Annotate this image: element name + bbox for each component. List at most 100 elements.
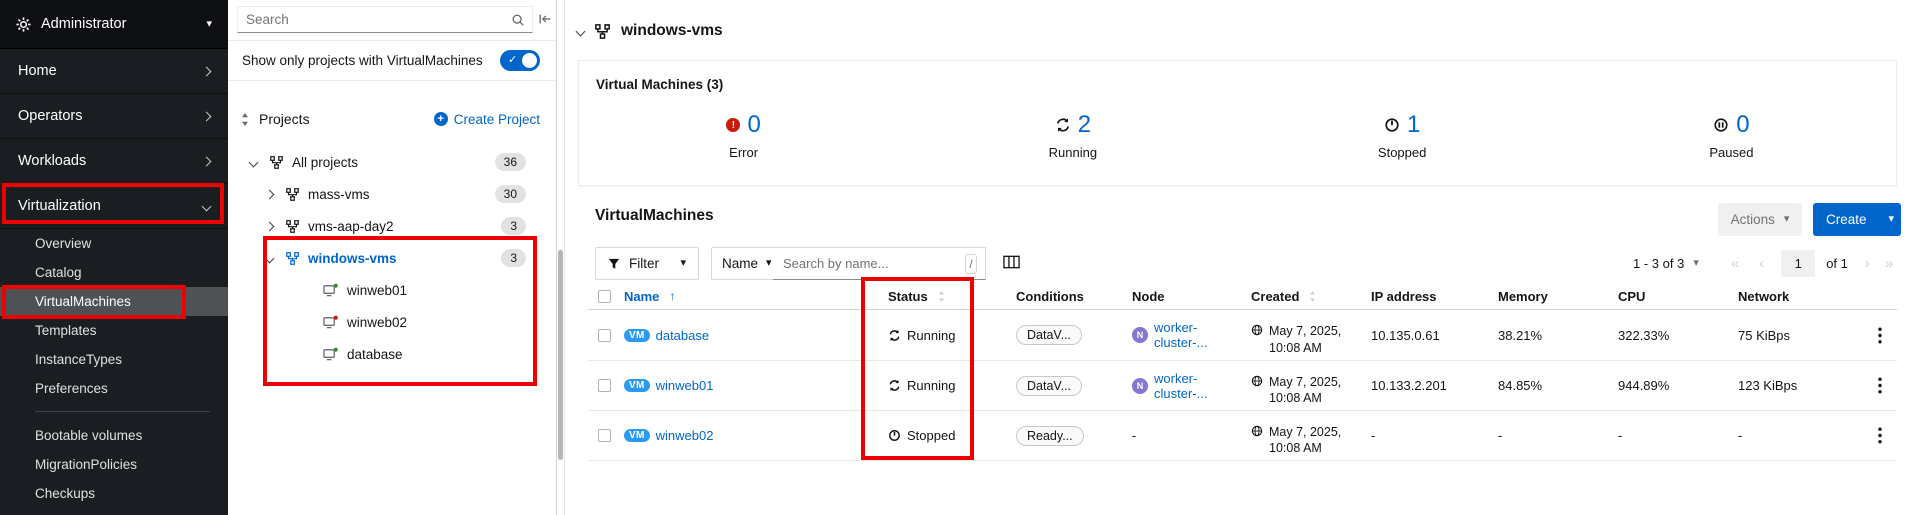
- first-page-button[interactable]: «: [1731, 255, 1739, 272]
- slash-shortcut-key: /: [965, 254, 977, 274]
- panel-scrollbar[interactable]: [558, 250, 563, 460]
- stat-paused[interactable]: 0 Paused: [1567, 113, 1896, 160]
- sidebar-item-workloads[interactable]: Workloads: [0, 139, 228, 184]
- globe-icon: [1251, 375, 1263, 387]
- node-empty: -: [1132, 428, 1136, 443]
- manage-columns-icon[interactable]: [1003, 255, 1020, 274]
- select-all-checkbox[interactable]: [598, 290, 611, 303]
- current-page-box[interactable]: 1: [1781, 250, 1815, 277]
- power-off-icon: [888, 429, 901, 442]
- vm-icon-running: [323, 347, 338, 361]
- column-header-created[interactable]: Created: [1247, 289, 1367, 304]
- caret-down-icon: ▾: [766, 258, 772, 269]
- caret-down-icon[interactable]: ▾: [1693, 258, 1699, 269]
- project-search-field: [237, 6, 533, 33]
- column-header-cpu: CPU: [1614, 289, 1734, 304]
- globe-icon: [1251, 425, 1263, 437]
- sidebar-item-virtualmachines[interactable]: VirtualMachines: [0, 287, 228, 316]
- sidebar-item-overview[interactable]: Overview: [0, 229, 228, 258]
- row-checkbox[interactable]: [598, 329, 611, 342]
- project-icon: [595, 24, 610, 39]
- project-count-badge: 30: [495, 185, 526, 203]
- network-usage: 75 KiBps: [1738, 328, 1790, 343]
- node-link[interactable]: worker-cluster-...: [1154, 320, 1247, 350]
- sidebar-item-preferences[interactable]: Preferences: [0, 374, 228, 403]
- sidebar-item-templates[interactable]: Templates: [0, 316, 228, 345]
- network-usage: -: [1738, 428, 1742, 443]
- condition-pill[interactable]: DataV...: [1016, 325, 1082, 345]
- tree-item-winweb02[interactable]: winweb02: [228, 306, 556, 338]
- node-link[interactable]: worker-cluster-...: [1154, 371, 1247, 401]
- projects-header-label: Projects: [259, 111, 310, 127]
- chevron-right-icon: [265, 221, 275, 231]
- cpu-usage: 322.33%: [1618, 328, 1669, 343]
- column-header-name[interactable]: Name ↑: [620, 289, 884, 304]
- kebab-menu-icon[interactable]: [1862, 327, 1897, 344]
- create-button[interactable]: Create ▾: [1813, 203, 1901, 236]
- tree-item-winweb01[interactable]: winweb01: [228, 274, 556, 306]
- kebab-menu-icon[interactable]: [1862, 427, 1897, 444]
- row-checkbox[interactable]: [598, 429, 611, 442]
- project-search-input[interactable]: [238, 12, 504, 27]
- next-page-button[interactable]: ›: [1865, 255, 1870, 272]
- filter-dropdown[interactable]: Filter ▾: [595, 247, 699, 280]
- stat-stopped[interactable]: 1 Stopped: [1238, 113, 1567, 160]
- sidebar-item-checkups[interactable]: Checkups: [0, 479, 228, 508]
- project-count-badge: 3: [501, 217, 526, 235]
- page-title: windows-vms: [621, 22, 723, 40]
- sidebar-item-instancetypes[interactable]: InstanceTypes: [0, 345, 228, 374]
- kebab-menu-icon[interactable]: [1862, 377, 1897, 394]
- project-icon: [286, 220, 299, 233]
- sidebar-item-label: Virtualization: [18, 198, 101, 214]
- vm-kind-badge: VM: [624, 379, 650, 392]
- tree-item-mass-vms[interactable]: mass-vms 30: [228, 178, 556, 210]
- stat-running[interactable]: 2 Running: [908, 113, 1237, 160]
- project-count-badge: 3: [501, 249, 526, 267]
- condition-pill[interactable]: DataV...: [1016, 376, 1082, 396]
- ip-address: 10.133.2.201: [1371, 378, 1447, 393]
- vm-status: Running: [907, 328, 955, 343]
- node-kind-badge: N: [1132, 378, 1148, 394]
- collapse-panel-icon[interactable]: [538, 12, 552, 31]
- create-project-link[interactable]: + Create Project: [434, 112, 540, 127]
- sort-icon[interactable]: [241, 113, 249, 126]
- tree-item-database[interactable]: database: [228, 338, 556, 370]
- stat-error[interactable]: ! 0 Error: [579, 113, 908, 160]
- sync-icon: [888, 329, 901, 342]
- sidebar-item-bootable-volumes[interactable]: Bootable volumes: [0, 421, 228, 450]
- gear-icon: [16, 17, 31, 32]
- name-search-input[interactable]: [773, 256, 965, 271]
- last-page-button[interactable]: »: [1885, 255, 1893, 272]
- column-header-ip: IP address: [1367, 289, 1494, 304]
- column-header-status[interactable]: Status: [884, 289, 1012, 304]
- tree-item-all-projects[interactable]: All projects 36: [228, 146, 556, 178]
- condition-pill[interactable]: Ready...: [1016, 426, 1084, 446]
- sidebar-item-label: Operators: [18, 108, 82, 124]
- panel-scrollbar-track-edge: [564, 0, 565, 515]
- ip-address: 10.135.0.61: [1371, 328, 1440, 343]
- prev-page-button[interactable]: ‹: [1759, 255, 1764, 272]
- project-heading[interactable]: windows-vms: [577, 22, 723, 40]
- row-checkbox[interactable]: [598, 379, 611, 392]
- sidebar-item-migrationpolicies[interactable]: MigrationPolicies: [0, 450, 228, 479]
- sidebar-item-home[interactable]: Home: [0, 49, 228, 94]
- caret-down-icon: ▾: [1880, 214, 1904, 225]
- name-filter-dropdown[interactable]: Name ▾: [711, 247, 774, 280]
- vm-name-link[interactable]: winweb01: [656, 378, 714, 393]
- sidebar-item-label: Home: [18, 63, 57, 79]
- projects-header: Projects + Create Project: [228, 104, 556, 134]
- vm-filter-toggle[interactable]: ✓: [500, 50, 540, 71]
- search-icon[interactable]: [504, 13, 532, 27]
- cpu-usage: 944.89%: [1618, 378, 1669, 393]
- table-header: Name ↑ Status Conditions Node Created IP…: [588, 283, 1897, 310]
- sidebar-item-operators[interactable]: Operators: [0, 94, 228, 139]
- sidebar-item-catalog[interactable]: Catalog: [0, 258, 228, 287]
- perspective-switcher[interactable]: Administrator ▾: [0, 0, 228, 49]
- tree-item-vms-aap-day2[interactable]: vms-aap-day2 3: [228, 210, 556, 242]
- vm-name-link[interactable]: winweb02: [656, 428, 714, 443]
- actions-button[interactable]: Actions ▾: [1718, 203, 1802, 236]
- sidebar-item-virtualization[interactable]: Virtualization: [0, 184, 228, 229]
- tree-item-windows-vms[interactable]: windows-vms 3: [228, 242, 556, 274]
- vm-name-link[interactable]: database: [656, 328, 710, 343]
- globe-icon: [1251, 324, 1263, 336]
